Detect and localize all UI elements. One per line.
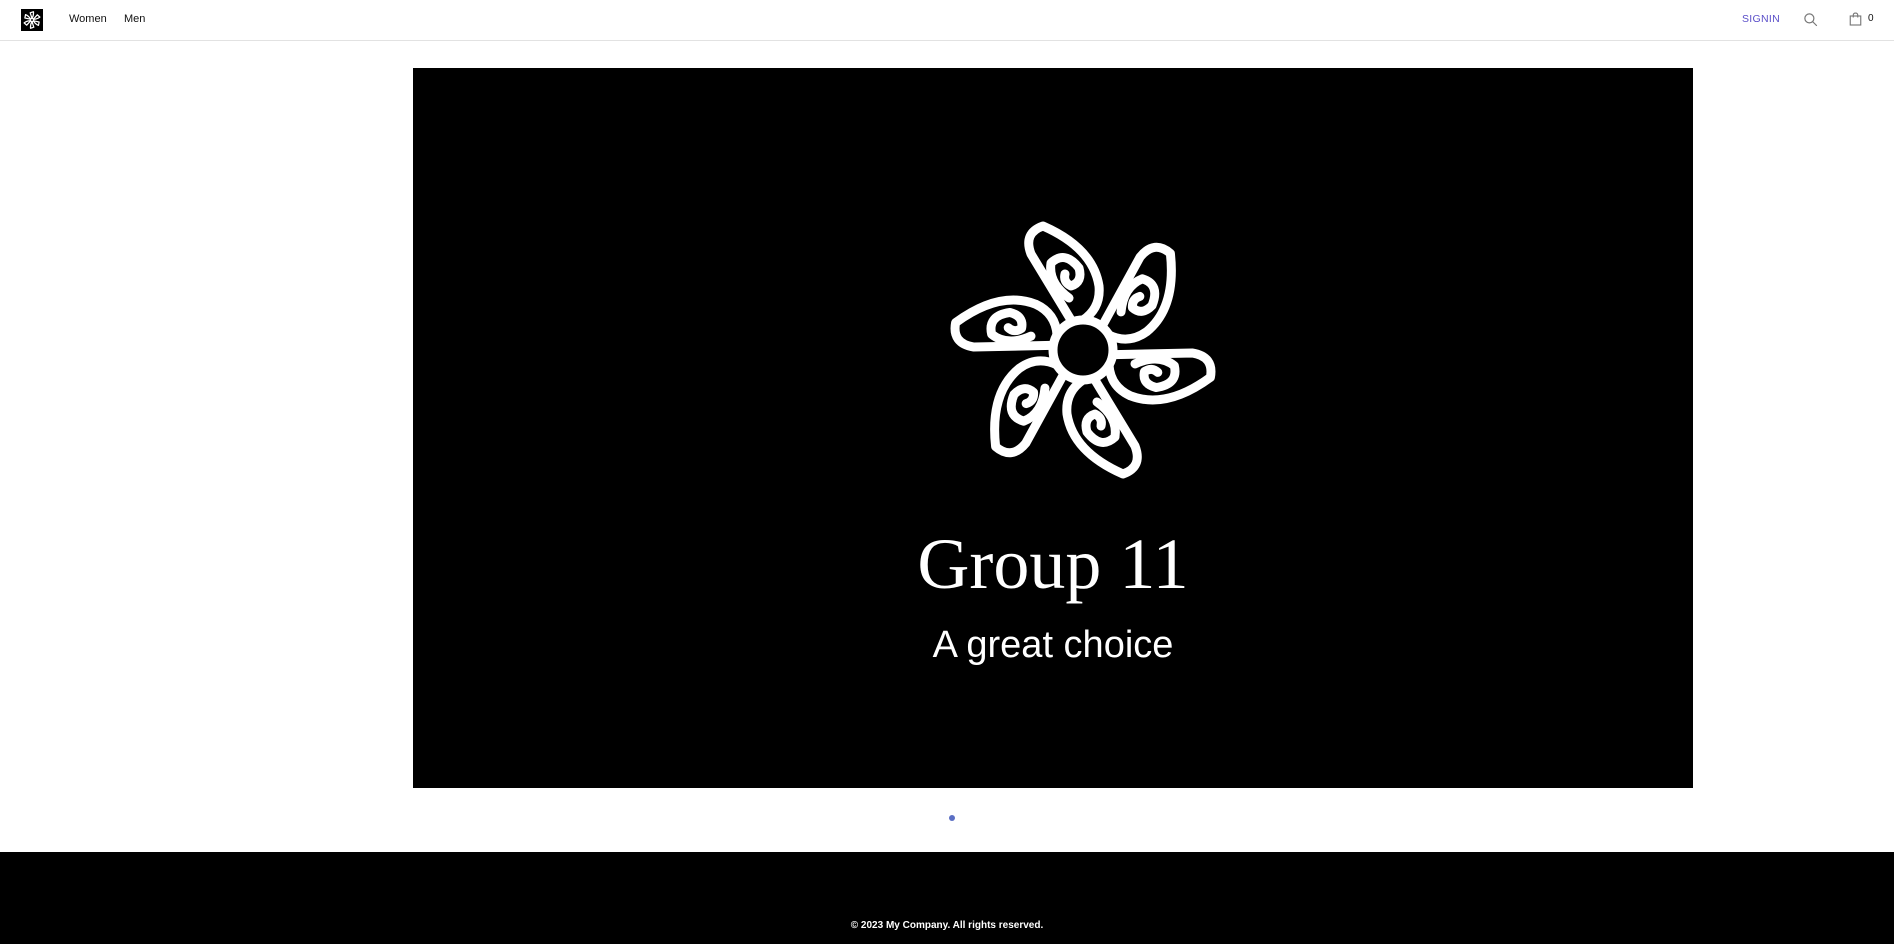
site-footer: © 2023 My Company. All rights reserved.: [0, 852, 1894, 944]
logo[interactable]: [21, 9, 43, 31]
hero-subtitle: A great choice: [932, 624, 1174, 666]
flower-emblem-icon: [883, 221, 1273, 578]
hero-title: Group 11: [917, 524, 1189, 604]
nav-men[interactable]: Men: [124, 13, 145, 25]
cart-count: 0: [1868, 13, 1874, 24]
signin-link[interactable]: SIGNIN: [1742, 13, 1780, 25]
carousel-dot-active[interactable]: [949, 815, 955, 821]
footer-copyright: © 2023 My Company. All rights reserved.: [850, 920, 1044, 931]
flower-logo-icon: [23, 11, 41, 29]
shopping-bag-icon[interactable]: [1846, 10, 1864, 28]
hero-banner: Group 11 A great choice: [413, 68, 1693, 788]
nav-women[interactable]: Women: [69, 13, 107, 25]
site-header: Women Men SIGNIN 0: [0, 0, 1894, 41]
search-icon[interactable]: [1801, 10, 1819, 28]
